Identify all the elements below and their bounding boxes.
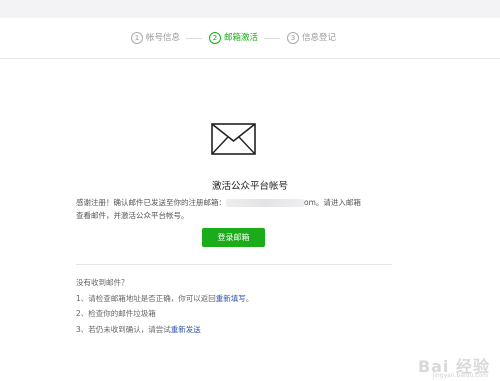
resend-link[interactable]: 重新发送 [171, 325, 201, 334]
step-number: 2 [209, 32, 221, 44]
login-email-button[interactable]: 登录邮箱 [202, 228, 265, 247]
page-title: 激活公众平台帐号 [211, 181, 288, 192]
step-email-activation: 2 邮箱激活 [209, 32, 258, 44]
step-connector [264, 38, 280, 39]
step-number: 3 [287, 32, 299, 44]
watermark-url: jingyan.baidu.com [432, 372, 488, 379]
step-label: 邮箱激活 [224, 33, 259, 43]
help-item-3: 3、若仍未收到确认，请尝试重新发送 [76, 322, 253, 338]
message-text-2: om。请进入邮箱 [304, 198, 361, 207]
help-item-1: 1、请检查邮箱地址是否正确，你可以返回重新填写。 [76, 291, 253, 307]
re-enter-link[interactable]: 重新填写 [216, 294, 246, 303]
divider [76, 264, 392, 265]
help-item-text: 1、请检查邮箱地址是否正确，你可以返回 [76, 293, 216, 303]
help-item-text: 3、若仍未收到确认，请尝试 [76, 324, 171, 334]
step-label: 帐号信息 [146, 33, 181, 43]
envelope-icon [211, 123, 256, 155]
message-text: 感谢注册！确认邮件已发送至你的注册邮箱： [76, 198, 226, 207]
masked-email [226, 199, 304, 207]
message-line-2: 查看邮件，并激活公众平台帐号。 [76, 211, 189, 220]
confirmation-message: 感谢注册！确认邮件已发送至你的注册邮箱： om。请进入邮箱 查看邮件，并激活公众平… [76, 196, 416, 222]
step-info-registration: 3 信息登记 [287, 32, 336, 44]
help-heading: 没有收到邮件？ [76, 278, 129, 287]
step-account-info: 1 帐号信息 [131, 32, 180, 44]
step-number: 1 [131, 32, 143, 44]
help-section: 没有收到邮件？ 1、请检查邮箱地址是否正确，你可以返回重新填写。 2、检查你的邮… [76, 275, 253, 337]
step-label: 信息登记 [302, 33, 337, 43]
help-item-2: 2、检查你的邮件垃圾箱 [76, 309, 156, 318]
progress-steps: 1 帐号信息 2 邮箱激活 3 信息登记 [0, 18, 500, 59]
help-item-text: 。 [245, 293, 254, 303]
top-bar [0, 0, 500, 18]
step-connector [186, 38, 202, 39]
